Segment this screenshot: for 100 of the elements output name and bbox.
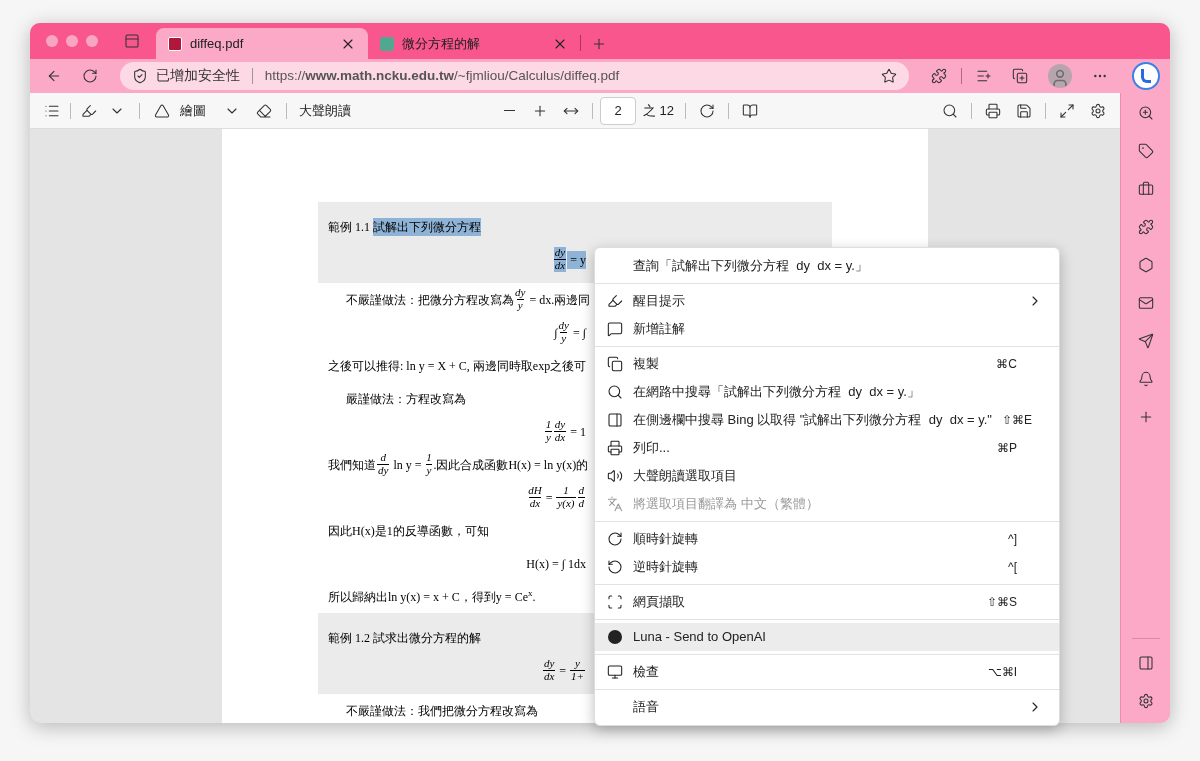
menu-label: 新增註解 — [633, 320, 686, 339]
document-text: 所以歸納出ln y(x) = x + C，得到y = Ce$^{x}$. — [328, 587, 536, 606]
menu-label: 複製 — [633, 355, 660, 374]
document-text: = — [544, 489, 554, 507]
document-text: 不嚴謹做法：我們把微分方程改寫為 — [346, 702, 538, 720]
hide-sidebar-icon — [1137, 655, 1154, 671]
menu-label: 在網路中搜尋「試解出下列微分方程 dy dx = y.」 — [633, 383, 921, 402]
shortcut-text: ⌥⌘I — [987, 664, 1017, 681]
shield-icon — [131, 68, 148, 84]
menu-item[interactable]: 在網路中搜尋「試解出下列微分方程 dy dx = y.」 — [595, 378, 1059, 406]
capture-icon — [607, 594, 623, 610]
document-text: = dx.兩邊同 — [528, 291, 591, 309]
fraction: dy dx — [553, 419, 567, 444]
menu-label: 在側邊欄中搜尋 Bing 以取得 "試解出下列微分方程 dy dx = y." — [633, 411, 992, 430]
tab-title: diffeq.pdf — [190, 34, 245, 53]
document-text: = ∫ — [571, 324, 586, 342]
menu-item[interactable]: Luna - Send to OpenAI — [595, 623, 1059, 651]
tab-title: 微分方程的解 — [402, 34, 481, 53]
menu-label: 查詢「試解出下列微分方程 dy dx = y.」 — [633, 257, 869, 276]
settings-icon — [1090, 102, 1106, 119]
menu-label: 大聲朗讀選取項目 — [633, 467, 738, 486]
document-text: = y — [567, 250, 586, 269]
menu-label: Luna - Send to OpenAI — [633, 628, 767, 647]
browser-tab[interactable]: 微分方程的解 — [368, 28, 580, 59]
menu-item[interactable]: 逆時針旋轉 ^[ — [595, 553, 1059, 581]
printer-icon — [607, 440, 623, 456]
browser-tab[interactable]: diffeq.pdf — [156, 28, 368, 59]
security-label: 已增加安全性 — [155, 66, 240, 85]
menu-item[interactable]: 醒目提示 — [595, 287, 1059, 315]
comment-icon — [607, 321, 623, 337]
search-icon — [1137, 105, 1154, 121]
collections-icon — [1012, 68, 1029, 84]
fullscreen-icon — [1059, 102, 1075, 119]
menu-item[interactable]: 列印... ⌘P — [595, 434, 1059, 462]
bell-icon — [1137, 371, 1154, 387]
menu-label: 檢查 — [633, 663, 660, 682]
hexagon-icon — [1137, 257, 1154, 273]
copy-icon — [607, 356, 623, 372]
menu-item[interactable]: 新增註解 — [595, 315, 1059, 343]
rotate-cw-icon — [607, 531, 623, 547]
mail-icon — [1137, 295, 1154, 311]
shortcut-text: ^] — [1008, 531, 1017, 548]
highlighter-icon — [607, 293, 623, 309]
document-text: 範例 1.2 試求出微分方程的解 — [328, 629, 481, 647]
fraction: dy y — [515, 287, 526, 312]
sidebar-icon — [607, 412, 623, 428]
rotate-icon — [699, 102, 716, 119]
menu-item[interactable]: 檢查 ⌥⌘I — [595, 658, 1059, 686]
document-text: 範例 1.1 — [328, 218, 371, 236]
menu-label: 將選取項目翻譯為 中文（繁體） — [633, 495, 820, 514]
read-aloud-button[interactable]: 大聲朗讀 — [295, 100, 355, 121]
fraction: 1 y(x) — [556, 485, 576, 510]
menu-item[interactable]: 查詢「試解出下列微分方程 dy dx = y.」 — [595, 252, 1059, 280]
fraction: d dy — [377, 452, 390, 477]
address-field[interactable]: 已增加安全性 https://www.math.ncku.edu.tw/~fjmliou/Calculus/diffeq.pdf — [119, 62, 910, 90]
document-text: H(x) = ∫ 1dx — [526, 555, 586, 573]
page-total: 之 12 — [643, 101, 675, 120]
puzzle-icon — [1137, 219, 1154, 235]
menu-label: 順時針旋轉 — [633, 530, 699, 549]
shortcut-text: ⌘P — [997, 440, 1017, 457]
menu-item[interactable]: 網頁擷取 ⇧⌘S — [595, 588, 1059, 616]
menu-item[interactable]: 複製 ⌘C — [595, 350, 1059, 378]
pdf-icon — [168, 36, 182, 51]
monitor-icon — [607, 664, 623, 680]
menu-label: 逆時針旋轉 — [633, 558, 699, 577]
url-text: https://www.math.ncku.edu.tw/~fjmliou/Calculus/diffeq.pdf — [264, 66, 621, 85]
search-icon — [942, 102, 958, 119]
document-text: .因此合成函數H(x) = ln y(x)的 — [433, 456, 589, 474]
document-text: 我們知道 — [328, 456, 376, 474]
document-text: = — [558, 662, 568, 680]
speaker-icon — [607, 468, 623, 484]
document-text: 因此H(x)是1的反導函數，可知 — [328, 522, 489, 540]
save-icon — [1016, 102, 1032, 119]
fraction: 1 y — [425, 452, 433, 477]
draw-tool-icon — [154, 102, 170, 119]
swirl-icon — [380, 36, 394, 51]
page-number-field[interactable]: 2 — [600, 96, 636, 125]
tab-actions-icon — [124, 33, 140, 49]
menu-item[interactable]: 大聲朗讀選取項目 — [595, 462, 1059, 490]
draw-label[interactable]: 繪圖 — [180, 100, 206, 121]
refresh-icon — [81, 68, 98, 84]
tag-icon — [1137, 143, 1154, 159]
fraction: y 1+ — [570, 658, 585, 683]
briefcase-icon — [1137, 181, 1154, 197]
fraction: d d — [577, 485, 585, 510]
profile-avatar[interactable] — [1048, 64, 1073, 88]
page-view-icon — [742, 102, 759, 119]
print-icon — [985, 102, 1001, 119]
minus-icon — [503, 109, 515, 112]
translate-icon — [607, 496, 623, 512]
favorite-add-icon — [881, 68, 898, 84]
chat-logo-icon[interactable] — [1132, 62, 1160, 90]
sidebar-settings-icon — [1137, 693, 1154, 709]
fraction: dy dx — [553, 247, 567, 272]
document-text: ∫ — [554, 324, 558, 342]
menu-item[interactable]: 語音 — [595, 693, 1059, 721]
extensions-icon — [931, 68, 948, 84]
document-text: 不嚴謹做法：把微分方程改寫為 — [346, 291, 514, 309]
menu-item[interactable]: 順時針旋轉 ^] — [595, 525, 1059, 553]
menu-item[interactable]: 在側邊欄中搜尋 Bing 以取得 "試解出下列微分方程 dy dx = y." ⇧⌘E — [595, 406, 1059, 434]
